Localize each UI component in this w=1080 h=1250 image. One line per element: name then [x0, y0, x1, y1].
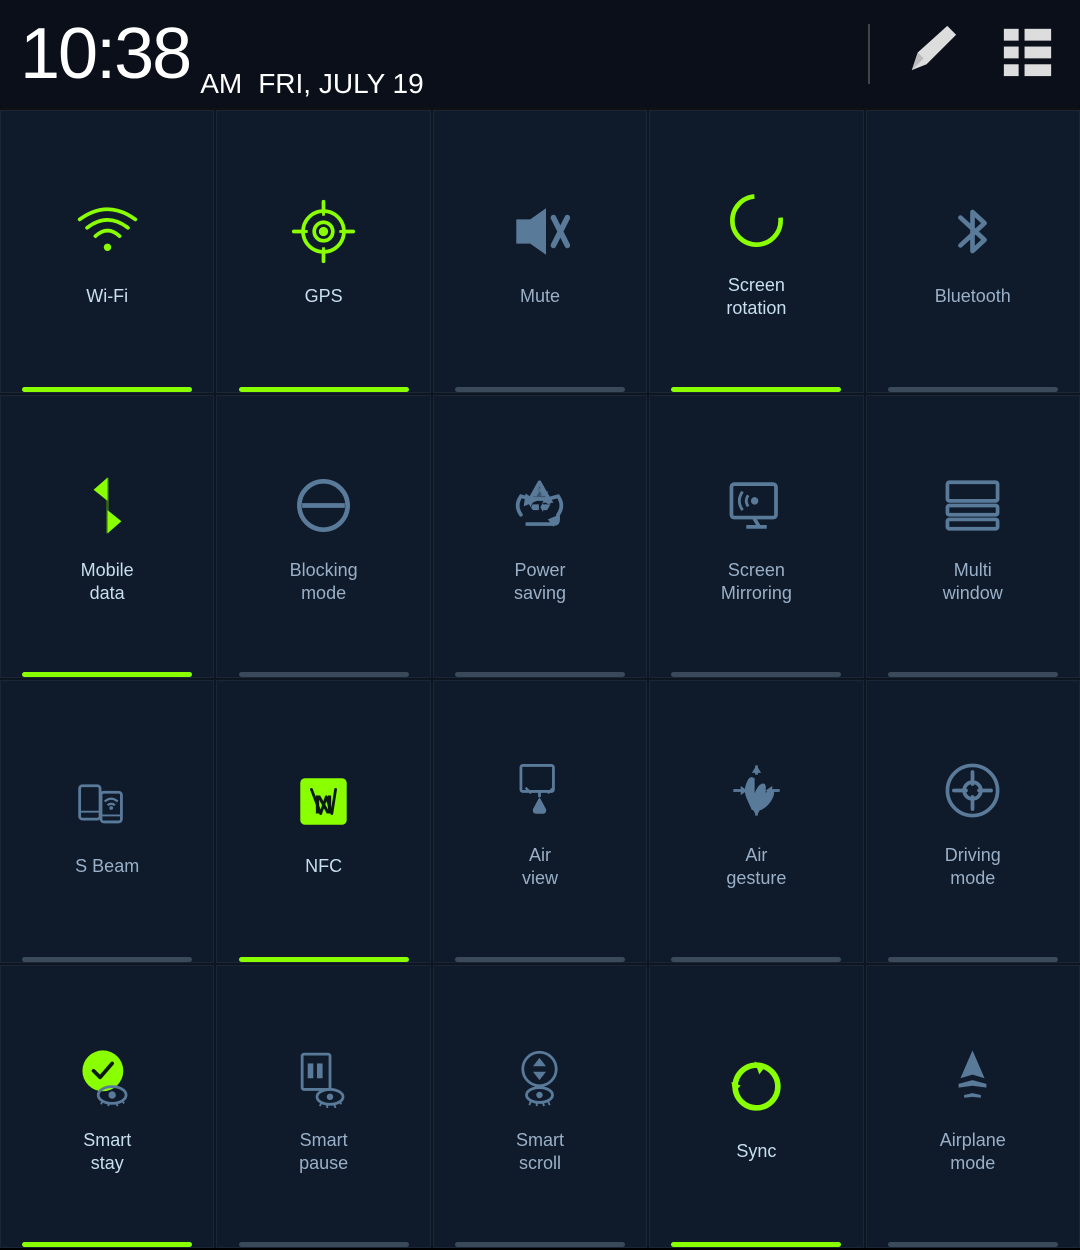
multi-window-indicator [888, 672, 1058, 677]
tile-smart-stay[interactable]: Smartstay [0, 965, 214, 1248]
smart-pause-label: Smartpause [299, 1129, 348, 1174]
bluetooth-icon [940, 191, 1005, 271]
tile-screen-rotation[interactable]: Screenrotation [649, 110, 863, 393]
s-beam-label: S Beam [75, 855, 139, 878]
s-beam-icon [75, 761, 140, 841]
mute-icon [507, 191, 572, 271]
tile-mute[interactable]: Mute [433, 110, 647, 393]
edit-icon[interactable] [900, 17, 965, 92]
smart-scroll-label: Smartscroll [516, 1129, 564, 1174]
power-saving-icon: ♻ [507, 465, 572, 545]
tile-air-view[interactable]: Airview [433, 680, 647, 963]
tile-blocking-mode[interactable]: Blockingmode [216, 395, 430, 678]
screen-rotation-label: Screenrotation [726, 274, 786, 319]
nfc-indicator [239, 957, 409, 962]
wifi-indicator [22, 387, 192, 392]
mute-label: Mute [520, 285, 560, 308]
mobile-data-label: Mobiledata [81, 559, 134, 604]
s-beam-indicator [22, 957, 192, 962]
sync-indicator [671, 1242, 841, 1247]
blocking-mode-indicator [239, 672, 409, 677]
blocking-mode-icon [291, 465, 356, 545]
nfc-icon: N [291, 761, 356, 841]
screen-mirroring-label: ScreenMirroring [721, 559, 792, 604]
air-gesture-label: Airgesture [726, 844, 786, 889]
date-display: FRI, JULY 19 [258, 68, 423, 108]
screen-rotation-icon [724, 180, 789, 260]
screen-mirroring-icon [724, 465, 789, 545]
tile-sync[interactable]: Sync [649, 965, 863, 1248]
list-icon[interactable] [995, 17, 1060, 92]
mute-indicator [455, 387, 625, 392]
bluetooth-label: Bluetooth [935, 285, 1011, 308]
tile-smart-pause[interactable]: Smartpause [216, 965, 430, 1248]
wifi-label: Wi-Fi [86, 285, 128, 308]
smart-pause-icon [291, 1035, 356, 1115]
multi-window-icon [940, 465, 1005, 545]
wifi-icon [75, 191, 140, 271]
status-bar: 10:38 AM FRI, JULY 19 [0, 0, 1080, 110]
smart-stay-indicator [22, 1242, 192, 1247]
sync-icon [724, 1046, 789, 1126]
power-saving-label: Powersaving [514, 559, 566, 604]
tile-multi-window[interactable]: Multiwindow [866, 395, 1080, 678]
bluetooth-indicator [888, 387, 1058, 392]
airplane-mode-icon [940, 1035, 1005, 1115]
smart-stay-label: Smartstay [83, 1129, 131, 1174]
gps-icon [291, 191, 356, 271]
air-gesture-indicator [671, 957, 841, 962]
driving-mode-icon [940, 750, 1005, 830]
air-gesture-icon [724, 750, 789, 830]
air-view-label: Airview [522, 844, 558, 889]
screen-mirroring-indicator [671, 672, 841, 677]
gps-indicator [239, 387, 409, 392]
tile-bluetooth[interactable]: Bluetooth [866, 110, 1080, 393]
mobile-data-icon [75, 465, 140, 545]
multi-window-label: Multiwindow [943, 559, 1003, 604]
tile-smart-scroll[interactable]: Smartscroll [433, 965, 647, 1248]
tile-power-saving[interactable]: ♻ Powersaving [433, 395, 647, 678]
tile-mobile-data[interactable]: Mobiledata [0, 395, 214, 678]
blocking-mode-label: Blockingmode [290, 559, 358, 604]
tile-nfc[interactable]: N NFC [216, 680, 430, 963]
sync-label: Sync [736, 1140, 776, 1163]
tile-wifi[interactable]: Wi-Fi [0, 110, 214, 393]
airplane-mode-indicator [888, 1242, 1058, 1247]
smart-pause-indicator [239, 1242, 409, 1247]
power-saving-indicator [455, 672, 625, 677]
gps-label: GPS [305, 285, 343, 308]
smart-scroll-icon [507, 1035, 572, 1115]
smart-scroll-indicator [455, 1242, 625, 1247]
tile-air-gesture[interactable]: Airgesture [649, 680, 863, 963]
smart-stay-icon [75, 1035, 140, 1115]
air-view-indicator [455, 957, 625, 962]
screen-rotation-indicator [671, 387, 841, 392]
mobile-data-indicator [22, 672, 192, 677]
tile-gps[interactable]: GPS [216, 110, 430, 393]
driving-mode-indicator [888, 957, 1058, 962]
nfc-label: NFC [305, 855, 342, 878]
air-view-icon [507, 750, 572, 830]
time-display: 10:38 [20, 18, 190, 90]
airplane-mode-label: Airplanemode [940, 1129, 1006, 1174]
quick-settings-grid: Wi-Fi GPS [0, 110, 1080, 1248]
status-divider [868, 24, 870, 84]
tile-driving-mode[interactable]: Drivingmode [866, 680, 1080, 963]
ampm-display: AM [200, 68, 242, 108]
svg-text:♻: ♻ [525, 483, 555, 520]
tile-airplane-mode[interactable]: Airplanemode [866, 965, 1080, 1248]
tile-screen-mirroring[interactable]: ScreenMirroring [649, 395, 863, 678]
driving-mode-label: Drivingmode [945, 844, 1001, 889]
tile-s-beam[interactable]: S Beam [0, 680, 214, 963]
